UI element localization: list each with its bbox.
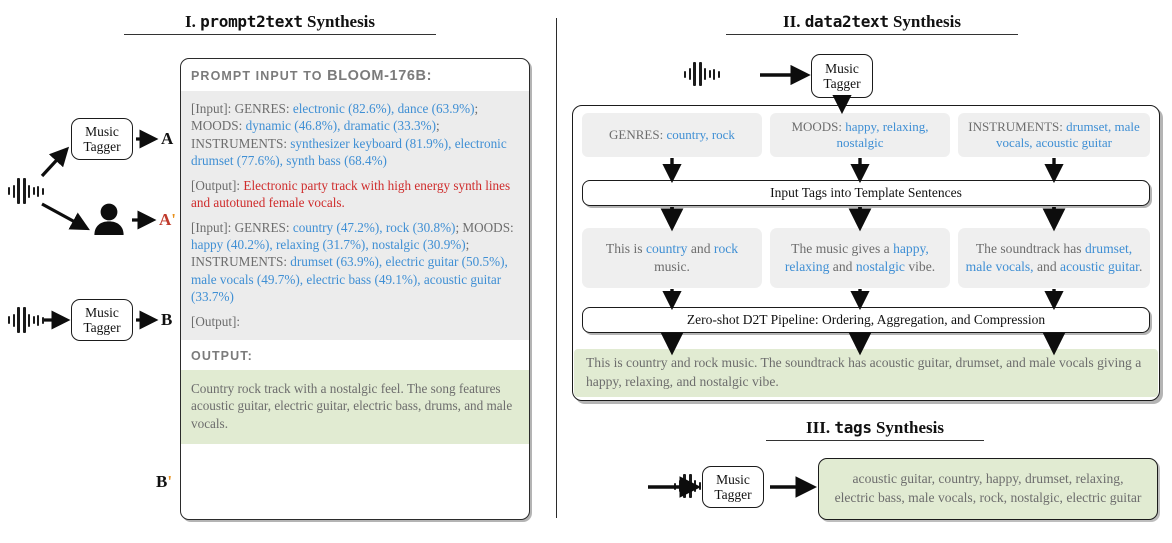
prompt-input-1-label: [Input]: GENRES: [191, 101, 293, 116]
node-label-a-prime: A' [159, 210, 176, 230]
section-1-title-number: I. [184, 12, 196, 31]
prompt-panel-header-prefix: Prompt input to [191, 69, 323, 83]
section-2-title-number: II. [782, 12, 801, 31]
tag-cell-instruments: INSTRUMENTS: drumset, male vocals, acous… [958, 113, 1150, 157]
output-section-header: Output: [191, 349, 253, 364]
tag-cell-instruments-label: INSTRUMENTS: [968, 118, 1067, 134]
prompt-input-2: [Input]: GENRES: country (47.2%), rock (… [191, 219, 519, 306]
sentence-genres-p3: music. [654, 259, 690, 274]
prompt-panel: Prompt input to BLOOM-176B: [Input]: GEN… [180, 58, 530, 520]
sentence-genres-p2: and [687, 241, 714, 257]
sentence-moods-b2: nostalgic [855, 259, 905, 274]
sentence-moods-p2: and [829, 259, 856, 274]
tag-cell-genres-label: GENRES: [609, 126, 667, 142]
section-1-title-mono: prompt2text [200, 12, 303, 31]
node-label-b: B [161, 310, 173, 329]
node-label-b-prime-mark: ' [167, 472, 173, 491]
music-tagger-label-line2: Tagger [714, 487, 752, 502]
prompt-input-1-moods: dynamic (46.8%), dramatic (33.3%) [245, 118, 437, 134]
tag-cell-genres-value: country, rock [666, 126, 735, 142]
prompt-input-1: [Input]: GENRES: electronic (82.6%), dan… [191, 100, 519, 170]
prompt-output-2-label: [Output]: [191, 313, 519, 330]
node-label-a-prime-base: A [159, 210, 172, 229]
node-label-a-prime-mark: ' [171, 210, 177, 229]
section-3-title-number: III. [806, 418, 831, 437]
prompt-panel-header: Prompt input to BLOOM-176B: [181, 59, 529, 91]
tags-output-box: acoustic guitar, country, happy, drumset… [818, 458, 1158, 520]
prompt-input-2-label: [Input]: GENRES: [191, 219, 293, 235]
section-2-title-mono: data2text [804, 12, 889, 31]
column-divider [556, 18, 557, 518]
section-1-title-tail: Synthesis [307, 12, 376, 31]
music-tagger-label-line1: Music [716, 471, 750, 487]
waveform-icon-2 [8, 307, 44, 333]
music-tagger-label-line2: Tagger [823, 76, 861, 91]
waveform-icon-3 [684, 62, 720, 86]
figure-canvas: I. prompt2text Synthesis II. data2text S… [0, 0, 1172, 543]
tag-cell-moods: MOODS: happy, relaxing, nostalgic [770, 113, 950, 157]
prompt-input-2-moods: happy (40.2%), relaxing (31.7%), nostalg… [191, 236, 466, 252]
data2text-final-output: This is country and rock music. The soun… [574, 349, 1158, 397]
node-label-b-prime-base: B [156, 472, 168, 491]
final-output-block: Country rock track with a nostalgic feel… [181, 370, 529, 445]
prompt-input-2-moods-label: ; MOODS: [455, 219, 514, 235]
music-tagger-label-line1: Music [85, 304, 119, 320]
prompt-body: [Input]: GENRES: electronic (82.6%), dan… [181, 91, 529, 341]
music-tagger-box-b[interactable]: Music Tagger [71, 299, 133, 341]
sentence-moods-p3: vibe. [904, 259, 936, 274]
tag-cell-genres: GENRES: country, rock [582, 113, 762, 157]
music-tagger-label-line1: Music [85, 123, 119, 139]
tag-cell-moods-label: MOODS: [791, 118, 846, 134]
sentence-cell-moods: The music gives a happy, relaxing and no… [770, 228, 950, 288]
prompt-output-1: [Output]: Electronic party track with hi… [191, 177, 519, 212]
sentence-instruments-p3: . [1138, 259, 1143, 274]
template-sentences-bar[interactable]: Input Tags into Template Sentences [582, 180, 1150, 206]
section-3-title-mono: tags [834, 418, 872, 437]
sentence-genres-p1: This is [605, 241, 646, 257]
sentence-instruments-b2: acoustic guitar [1060, 259, 1139, 274]
prompt-input-1-genres: electronic (82.6%), dance (63.9%) [292, 101, 475, 116]
tag-cell-moods-value: happy, relaxing, nostalgic [836, 118, 929, 150]
section-3-title: III. tags Synthesis [766, 418, 984, 441]
node-label-a: A [161, 129, 174, 148]
sentence-genres-b2: rock [713, 241, 739, 257]
music-tagger-label-line1: Music [825, 60, 859, 76]
final-output-text: Country rock track with a nostalgic feel… [191, 381, 513, 431]
sentence-moods-p1: The music gives a [791, 241, 894, 257]
output-section-header-wrap: Output: [181, 340, 529, 371]
sentence-cell-genres: This is country and rock music. [582, 228, 762, 288]
section-2-title-tail: Synthesis [892, 12, 961, 31]
section-2-title: II. data2text Synthesis [726, 12, 1018, 35]
prompt-output-1-label: [Output]: [191, 177, 244, 193]
sentence-instruments-p2: and [1033, 259, 1061, 274]
zero-shot-pipeline-bar[interactable]: Zero-shot D2T Pipeline: Ordering, Aggreg… [582, 307, 1150, 333]
music-tagger-box-d2t[interactable]: Music Tagger [811, 54, 873, 98]
sentence-cell-instruments: The soundtrack has drumset, male vocals,… [958, 228, 1150, 288]
section-1-title: I. prompt2text Synthesis [124, 12, 436, 35]
music-tagger-box-a[interactable]: Music Tagger [71, 118, 133, 160]
prompt-panel-header-model: BLOOM-176B: [327, 68, 433, 84]
music-tagger-label-line2: Tagger [83, 139, 121, 154]
node-label-b-prime: B' [156, 472, 172, 492]
sentence-genres-b1: country [645, 241, 688, 257]
human-annotator-icon [92, 203, 126, 240]
prompt-input-2-genres: country (47.2%), rock (30.8%) [292, 219, 456, 235]
music-tagger-box-tags[interactable]: Music Tagger [702, 466, 764, 508]
section-3-title-tail: Synthesis [875, 418, 944, 437]
prompt-output-2-text: [Output]: [191, 313, 241, 329]
sentence-instruments-p1: The soundtrack has [975, 241, 1085, 257]
waveform-icon-1 [8, 178, 44, 204]
music-tagger-label-line2: Tagger [83, 320, 121, 335]
